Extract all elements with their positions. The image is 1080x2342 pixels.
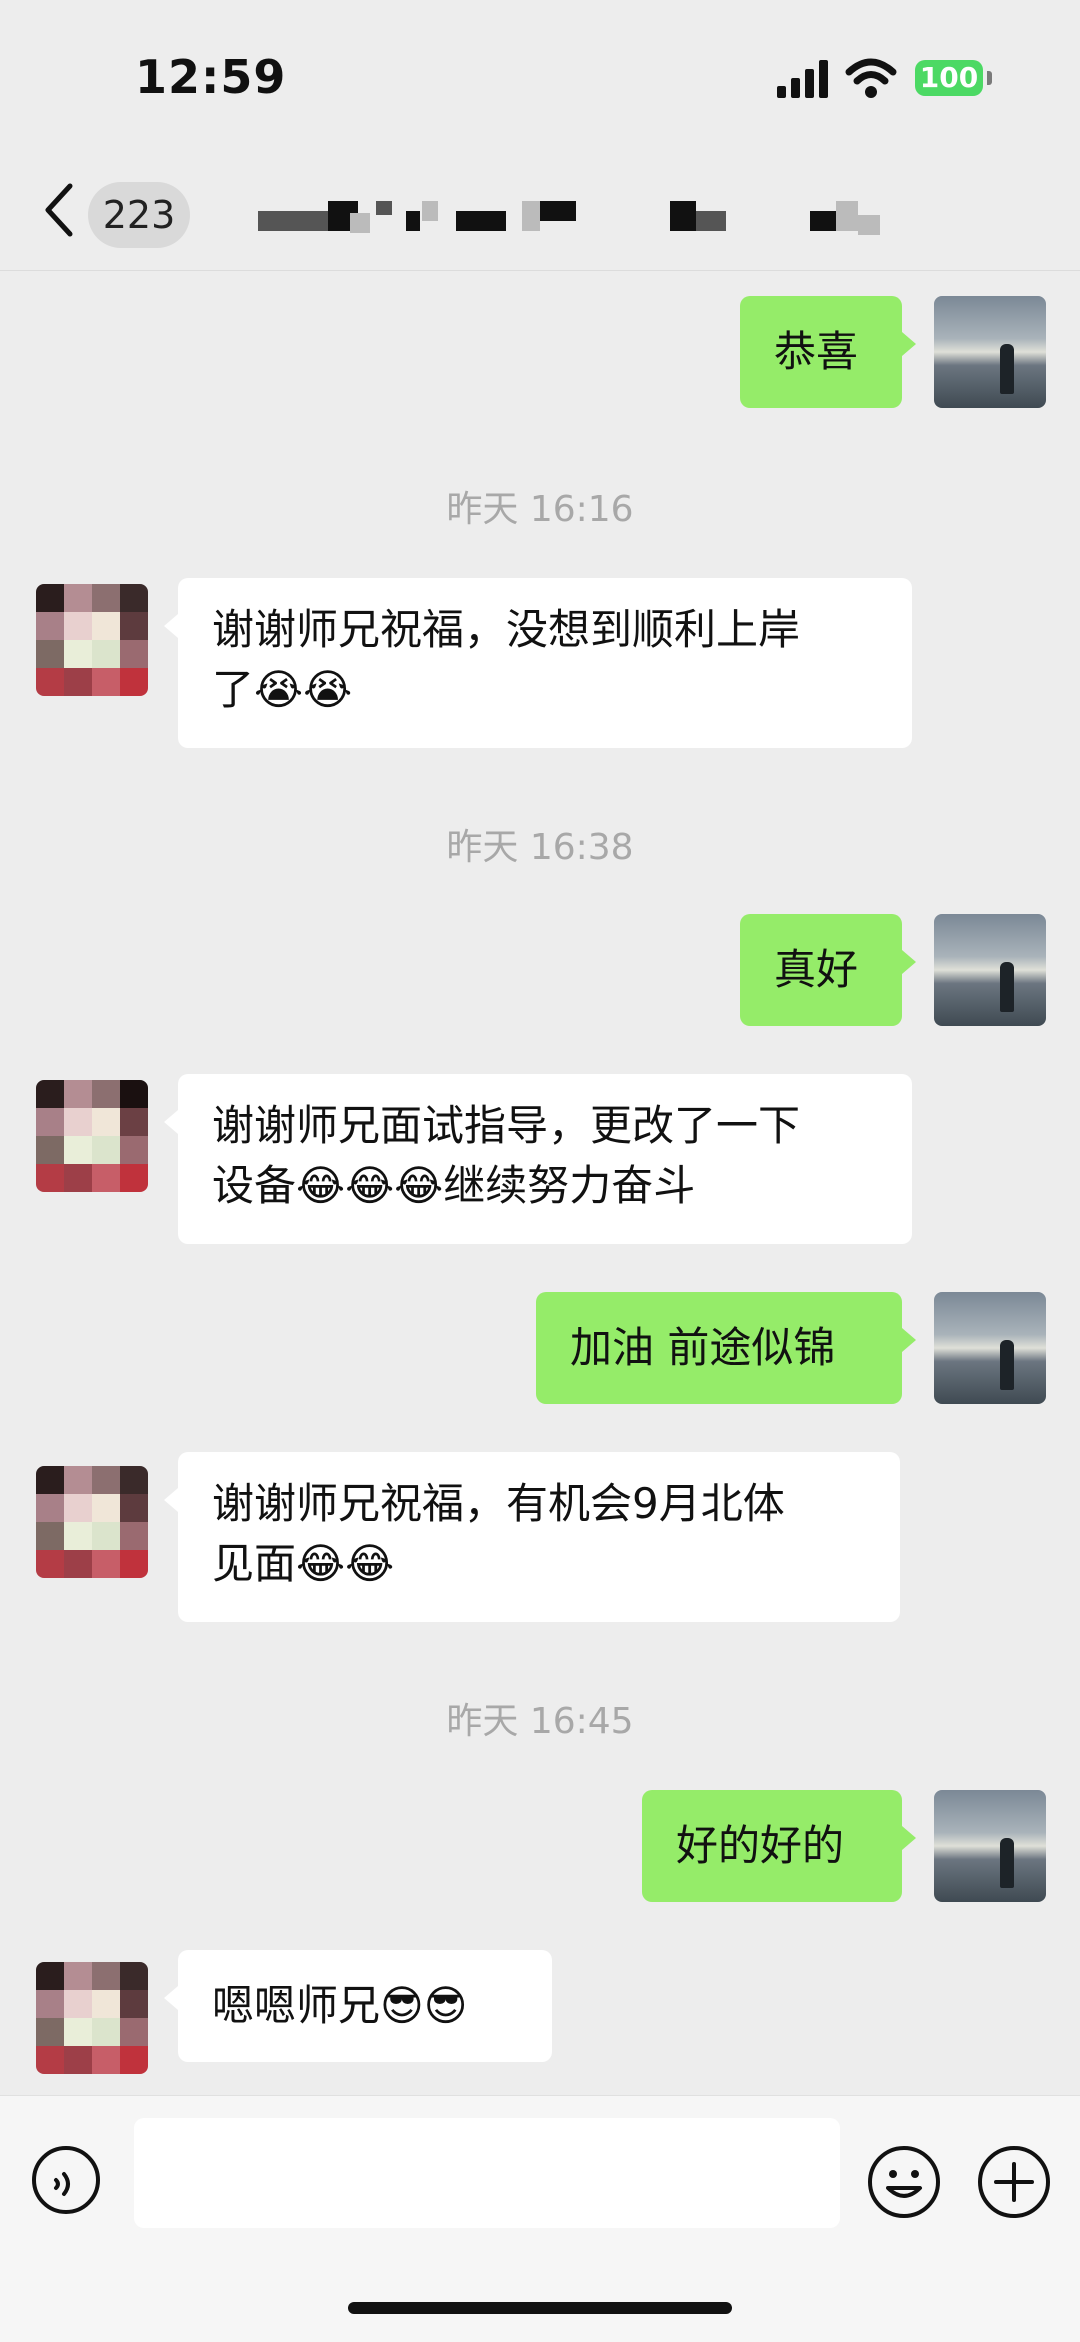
- emoji-icon[interactable]: [866, 2144, 942, 2220]
- back-chevron-icon[interactable]: [40, 182, 76, 238]
- wifi-icon: [845, 58, 897, 98]
- incoming-message[interactable]: 谢谢师兄面试指导，更改了一下 设备😂😂😂继续努力奋斗: [164, 1074, 912, 1244]
- incoming-message[interactable]: 谢谢师兄祝福，有机会9月北体 见面😂😂: [164, 1452, 900, 1622]
- outgoing-message[interactable]: 加油 前途似锦: [536, 1292, 916, 1404]
- timestamp: 昨天 16:16: [446, 489, 634, 530]
- message-input[interactable]: [134, 2118, 840, 2228]
- incoming-message[interactable]: 谢谢师兄祝福，没想到顺利上岸 了😭😭: [164, 578, 912, 748]
- outgoing-message[interactable]: 恭喜: [740, 296, 916, 408]
- status-bar: 12:59 100: [0, 0, 1080, 160]
- contact-avatar[interactable]: [36, 1080, 148, 1192]
- unread-count-badge[interactable]: 223: [88, 182, 190, 248]
- battery-tip: [987, 71, 992, 85]
- outgoing-message[interactable]: 好的好的: [642, 1790, 916, 1902]
- battery-icon: 100: [915, 60, 983, 96]
- outgoing-message[interactable]: 真好: [740, 914, 916, 1026]
- contact-avatar[interactable]: [36, 1962, 148, 2074]
- self-avatar[interactable]: [934, 1292, 1046, 1404]
- self-avatar[interactable]: [934, 296, 1046, 408]
- status-time: 12:59: [135, 50, 287, 104]
- chat-title-redacted: [200, 195, 930, 245]
- home-indicator[interactable]: [348, 2302, 732, 2314]
- contact-avatar[interactable]: [36, 1466, 148, 1578]
- self-avatar[interactable]: [934, 1790, 1046, 1902]
- timestamp: 昨天 16:45: [446, 1701, 634, 1742]
- plus-icon[interactable]: [976, 2144, 1052, 2220]
- timestamp: 昨天 16:38: [446, 827, 634, 868]
- cellular-signal-icon: [777, 60, 828, 98]
- contact-avatar[interactable]: [36, 584, 148, 696]
- self-avatar[interactable]: [934, 914, 1046, 1026]
- chat-header: 223: [0, 160, 1080, 271]
- incoming-message[interactable]: 嗯嗯师兄😎😎: [164, 1950, 552, 2062]
- voice-input-icon[interactable]: [30, 2144, 102, 2216]
